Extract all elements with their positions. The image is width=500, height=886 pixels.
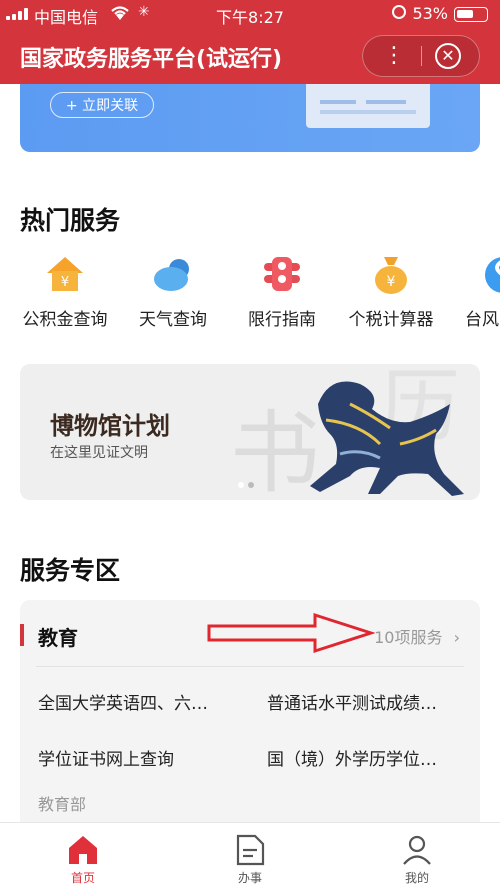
hot-services-title: 热门服务	[20, 206, 121, 235]
service-item-degree-certificate[interactable]: 学位证书网上查询	[38, 745, 174, 770]
museum-card-subtitle: 在这里见证文明	[50, 445, 148, 461]
svg-text:¥: ¥	[61, 275, 69, 290]
battery-icon	[454, 7, 488, 22]
tab-services[interactable]: 办事	[167, 823, 333, 885]
service-housing-fund[interactable]: ¥ 公积金查询	[10, 253, 120, 330]
service-weather[interactable]: 天气查询	[118, 253, 228, 330]
tab-mine[interactable]: 我的	[334, 823, 500, 885]
museum-card-title: 博物馆计划	[50, 412, 170, 440]
tab-label: 办事	[237, 871, 262, 885]
service-label: 台风	[465, 310, 499, 330]
typhoon-icon	[481, 253, 500, 297]
service-tax-calculator[interactable]: ¥ 个税计算器	[336, 253, 446, 330]
divider	[36, 666, 464, 667]
home-icon	[66, 833, 100, 867]
category-accent-bar	[20, 624, 24, 646]
carousel-indicator	[238, 482, 262, 488]
mini-program-capsule: ⋮ ✕	[362, 35, 480, 77]
traffic-light-icon	[260, 253, 304, 297]
svg-text:¥: ¥	[387, 274, 396, 290]
service-typhoon[interactable]: 台风	[445, 253, 500, 330]
page-title: 国家政务服务平台(试运行)	[20, 47, 283, 72]
house-icon: ¥	[43, 253, 87, 297]
chevron-right-icon: ›	[453, 628, 460, 647]
service-label: 公积金查询	[22, 310, 108, 330]
annotation-arrow	[207, 612, 375, 654]
service-traffic-restriction[interactable]: 限行指南	[227, 253, 337, 330]
tab-home[interactable]: 首页	[0, 823, 166, 885]
service-count-label: 10项服务	[374, 628, 443, 647]
cloud-icon	[151, 253, 195, 297]
tab-label: 我的	[404, 871, 429, 885]
link-now-button[interactable]: + 立即关联	[50, 92, 154, 118]
bronze-horse-artwork: 书 历	[230, 364, 464, 500]
banner-illustration	[306, 84, 430, 128]
battery-percent: 53%	[412, 4, 448, 23]
account-link-banner: + 立即关联	[20, 84, 480, 152]
bottom-tab-bar: 首页 办事 我的	[0, 822, 500, 885]
close-mini-program-button[interactable]: ✕	[435, 43, 461, 69]
user-icon	[400, 833, 434, 867]
category-title: 教育	[38, 626, 78, 650]
status-bar: 中国电信 ✳ 下午8:27 53%	[0, 0, 500, 28]
orientation-lock-icon	[392, 5, 406, 19]
more-menu-button[interactable]: ⋮	[371, 40, 417, 72]
service-item-mandarin-test[interactable]: 普通话水平测试成绩…	[267, 689, 437, 714]
money-bag-icon: ¥	[369, 253, 413, 297]
service-zone-title: 服务专区	[20, 556, 121, 585]
museum-plan-card[interactable]: 博物馆计划 在这里见证文明 书 历	[20, 364, 480, 500]
service-label: 个税计算器	[348, 310, 434, 330]
document-icon	[233, 833, 267, 867]
close-icon: ✕	[441, 46, 455, 65]
service-item-cet-scores[interactable]: 全国大学英语四、六…	[38, 689, 208, 714]
department-label: 教育部	[38, 795, 87, 814]
service-label: 限行指南	[248, 310, 316, 330]
service-item-foreign-degree[interactable]: 国（境）外学历学位…	[267, 745, 437, 770]
service-label: 天气查询	[139, 310, 207, 330]
tab-label: 首页	[70, 871, 95, 885]
service-count-link[interactable]: 10项服务 ›	[374, 624, 460, 648]
